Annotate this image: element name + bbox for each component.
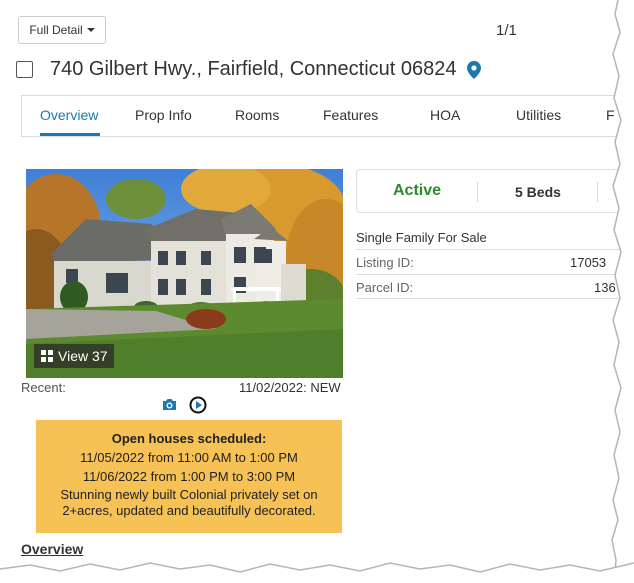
listing-address: 740 Gilbert Hwy., Fairfield, Connecticut…	[50, 58, 457, 80]
listing-id-row: Listing ID: 17053	[356, 249, 620, 273]
detail-tabs: Overview Prop Info Rooms Features HOA Ut…	[21, 95, 620, 137]
view-photos-button[interactable]: View 37	[34, 344, 114, 368]
open-house-date-1: 11/05/2022 from 11:00 AM to 1:00 PM	[80, 450, 298, 465]
divider	[597, 182, 598, 202]
grid-icon	[41, 350, 53, 362]
parcel-id-row: Parcel ID: 136	[356, 274, 620, 299]
listing-remarks: Stunning newly built Colonial privately …	[60, 487, 318, 518]
recent-label: Recent:	[21, 380, 66, 395]
tab-prop-info[interactable]: Prop Info	[135, 107, 192, 123]
chevron-down-icon	[86, 28, 95, 32]
torn-edge-bottom	[0, 562, 634, 583]
listing-id-value: 17053	[570, 255, 607, 270]
status-badge: Active	[393, 182, 442, 199]
tab-rooms[interactable]: Rooms	[235, 107, 279, 123]
recent-value: 11/02/2022: NEW	[239, 380, 341, 395]
tab-hoa[interactable]: HOA	[430, 107, 460, 123]
listing-id-label: Listing ID:	[356, 255, 414, 270]
select-listing-checkbox[interactable]	[16, 61, 33, 78]
open-house-date-2: 11/06/2022 from 1:00 PM to 3:00 PM	[82, 469, 296, 484]
parcel-id-label: Parcel ID:	[356, 280, 414, 295]
open-house-title: Open houses scheduled:	[111, 431, 267, 446]
open-house-panel: Open houses scheduled: 11/05/2022 from 1…	[36, 420, 342, 533]
active-tab-indicator	[40, 133, 100, 136]
tab-features[interactable]: Features	[323, 107, 378, 123]
divider	[477, 182, 478, 202]
page-count: 1/1	[496, 22, 517, 39]
listing-detail-page: Full Detail 1/1 740 Gilbert Hwy., Fairfi…	[0, 0, 620, 570]
torn-edge-right	[611, 0, 634, 583]
detail-dropdown-label: Full Detail	[29, 23, 83, 37]
camera-icon[interactable]	[161, 398, 178, 411]
play-circle-icon[interactable]	[189, 396, 207, 414]
tab-utilities[interactable]: Utilities	[516, 107, 561, 123]
full-detail-dropdown[interactable]: Full Detail	[18, 16, 106, 44]
status-summary-card: Active 5 Beds	[356, 169, 620, 213]
map-pin-icon[interactable]	[467, 61, 481, 79]
tab-overview[interactable]: Overview	[40, 107, 98, 123]
property-type: Single Family For Sale	[356, 230, 487, 245]
view-photos-label: View 37	[58, 348, 108, 364]
beds-count: 5 Beds	[515, 184, 561, 200]
